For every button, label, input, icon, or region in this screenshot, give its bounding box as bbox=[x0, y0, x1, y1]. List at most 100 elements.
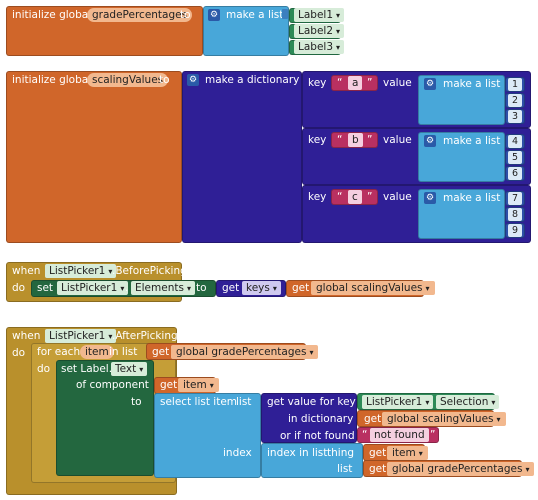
global-scalingValues-ref[interactable]: global scalingValues ▾ bbox=[311, 281, 435, 295]
set-label: set bbox=[37, 282, 54, 294]
property-elements[interactable]: Elements ▾ bbox=[131, 281, 195, 295]
number-2[interactable]: 2 bbox=[508, 94, 522, 107]
number-5[interactable]: 5 bbox=[508, 151, 522, 164]
item-ref[interactable]: item ▾ bbox=[387, 446, 428, 460]
get-label: get bbox=[292, 282, 310, 294]
to-label: to bbox=[180, 9, 191, 21]
gear-icon[interactable]: ⚙ bbox=[187, 74, 199, 86]
number-9[interactable]: 9 bbox=[508, 224, 522, 237]
quote-open: “ bbox=[337, 77, 343, 89]
select-list-item-label: select list item bbox=[160, 396, 238, 408]
dot-separator: . bbox=[125, 282, 129, 294]
component-label2[interactable]: Label2 ▾ bbox=[294, 24, 345, 38]
when-label: when bbox=[12, 265, 41, 277]
dropdown-arrow-icon: ▾ bbox=[525, 465, 530, 474]
if-not-found-label: or if not found bbox=[280, 430, 355, 442]
get-label: get bbox=[222, 282, 240, 294]
component-listpicker1-setter[interactable]: ListPicker1 ▾ bbox=[57, 281, 129, 295]
of-component-label: of component bbox=[76, 379, 149, 391]
inner-do-label: do bbox=[37, 363, 51, 375]
dropdown-arrow-icon: ▾ bbox=[139, 365, 144, 374]
dropdown-arrow-icon: ▾ bbox=[418, 449, 423, 458]
key-label: key bbox=[308, 77, 327, 89]
gear-icon[interactable]: ⚙ bbox=[208, 9, 220, 21]
global-gradePercentages-ref[interactable]: global gradePercentages ▾ bbox=[171, 345, 319, 359]
dropdown-arrow-icon: ▾ bbox=[336, 11, 341, 20]
var-name-gradePercentages[interactable]: gradePercentages bbox=[87, 8, 193, 22]
key-c-value[interactable]: c bbox=[348, 190, 362, 204]
get-label: get bbox=[160, 379, 178, 391]
dropdown-arrow-icon: ▾ bbox=[336, 43, 341, 52]
make-list-label: make a list bbox=[226, 9, 284, 21]
gear-icon[interactable]: ⚙ bbox=[424, 192, 436, 204]
for-each-label: for each bbox=[37, 346, 81, 358]
dot-separator: . bbox=[429, 396, 433, 408]
key-a-value[interactable]: a bbox=[348, 76, 363, 90]
do-label: do bbox=[12, 282, 26, 294]
index-in-list-label: index in list bbox=[267, 447, 328, 459]
init-global-scaling-block[interactable] bbox=[6, 71, 182, 243]
quote-close: ” bbox=[430, 429, 436, 441]
item-ref[interactable]: item ▾ bbox=[178, 378, 219, 392]
dropdown-arrow-icon: ▾ bbox=[309, 348, 314, 357]
init-global-label: initialize global bbox=[12, 74, 92, 86]
get-label: get bbox=[369, 463, 387, 475]
value-label: value bbox=[383, 77, 412, 89]
dropdown-arrow-icon: ▾ bbox=[120, 284, 125, 293]
set-label-label: set Label. bbox=[61, 363, 113, 375]
keys-dropdown[interactable]: keys ▾ bbox=[242, 281, 281, 295]
number-4[interactable]: 4 bbox=[508, 135, 522, 148]
value-label: value bbox=[383, 191, 412, 203]
component-label3[interactable]: Label3 ▾ bbox=[294, 40, 345, 54]
make-dictionary-block[interactable] bbox=[182, 71, 302, 243]
thing-label: thing bbox=[327, 447, 355, 459]
component-listpicker1[interactable]: ListPicker1 ▾ bbox=[45, 264, 117, 278]
number-8[interactable]: 8 bbox=[508, 208, 522, 221]
quote-close: ” bbox=[367, 134, 373, 146]
get-label: get bbox=[152, 346, 170, 358]
dropdown-arrow-icon: ▾ bbox=[272, 284, 277, 293]
key-b-value[interactable]: b bbox=[348, 133, 363, 147]
global-gradePercentages-ref[interactable]: global gradePercentages ▾ bbox=[387, 462, 535, 476]
quote-open: “ bbox=[362, 429, 368, 441]
dropdown-arrow-icon: ▾ bbox=[336, 27, 341, 36]
number-3[interactable]: 3 bbox=[508, 110, 522, 123]
var-name-scalingValues[interactable]: scalingValues bbox=[87, 73, 169, 87]
make-list-label: make a list bbox=[443, 192, 501, 204]
dropdown-arrow-icon: ▾ bbox=[425, 284, 430, 293]
to-label: to bbox=[131, 396, 142, 408]
make-list-label: make a list bbox=[443, 78, 501, 90]
quote-close: ” bbox=[367, 77, 373, 89]
dropdown-arrow-icon: ▾ bbox=[496, 415, 501, 424]
get-label: get bbox=[369, 447, 387, 459]
number-1[interactable]: 1 bbox=[508, 78, 522, 91]
gear-icon[interactable]: ⚙ bbox=[424, 135, 436, 147]
make-list-label: make a list bbox=[443, 135, 501, 147]
when-label: when bbox=[12, 330, 41, 342]
in-dictionary-label: in dictionary bbox=[288, 413, 354, 425]
property-text[interactable]: Text ▾ bbox=[111, 362, 148, 376]
number-7[interactable]: 7 bbox=[508, 192, 522, 205]
quote-close: ” bbox=[367, 191, 373, 203]
component-listpicker1-getter[interactable]: ListPicker1 ▾ bbox=[362, 395, 434, 409]
not-found-text[interactable]: not found bbox=[370, 428, 429, 442]
quote-open: “ bbox=[337, 191, 343, 203]
global-scalingValues-ref[interactable]: global scalingValues ▾ bbox=[382, 412, 506, 426]
quote-open: “ bbox=[337, 134, 343, 146]
dropdown-arrow-icon: ▾ bbox=[491, 398, 496, 407]
gear-icon[interactable]: ⚙ bbox=[424, 78, 436, 90]
property-selection[interactable]: Selection ▾ bbox=[436, 395, 500, 409]
dropdown-arrow-icon: ▾ bbox=[209, 381, 214, 390]
get-value-for-key-label: get value for key bbox=[267, 396, 356, 408]
index-label: index bbox=[223, 447, 252, 459]
component-listpicker1[interactable]: ListPicker1 ▾ bbox=[45, 329, 117, 343]
key-label: key bbox=[308, 134, 327, 146]
do-label: do bbox=[12, 347, 26, 359]
event-name: .AfterPicking bbox=[112, 330, 178, 342]
socket-connector bbox=[282, 9, 288, 19]
event-name: .BeforePicking bbox=[112, 265, 187, 277]
number-6[interactable]: 6 bbox=[508, 167, 522, 180]
list-label: list bbox=[337, 463, 353, 475]
component-label1[interactable]: Label1 ▾ bbox=[294, 8, 345, 22]
to-label: to bbox=[159, 74, 170, 86]
